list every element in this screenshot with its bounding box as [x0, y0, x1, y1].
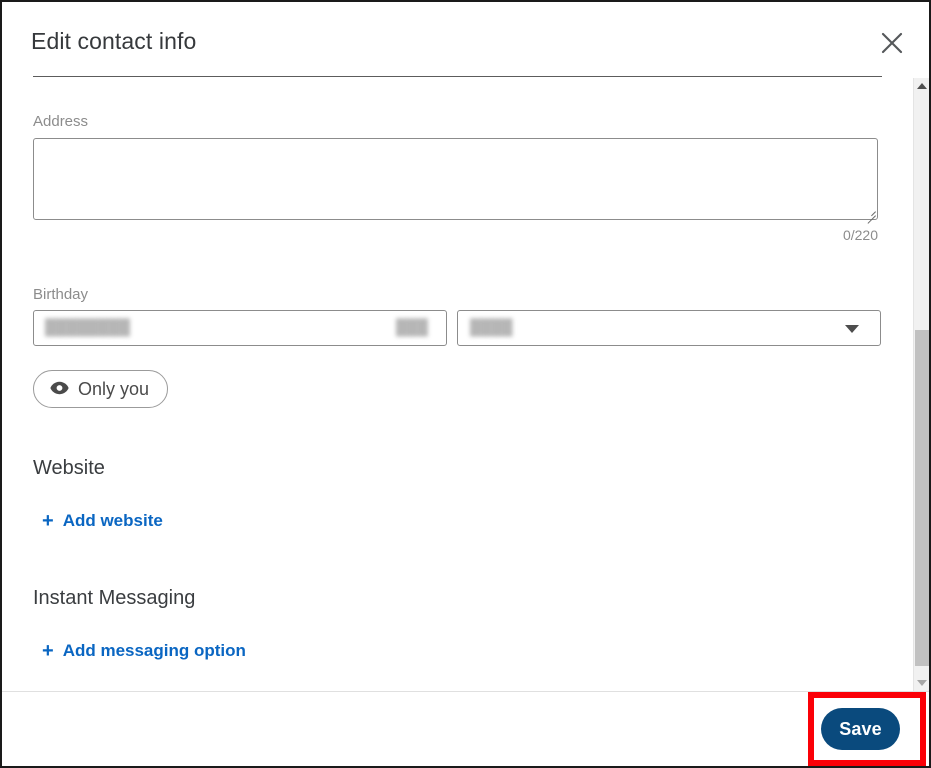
birthday-visibility-button[interactable]: Only you — [33, 370, 169, 408]
modal-footer — [2, 691, 929, 766]
address-character-counter: 0/220 — [842, 227, 878, 243]
birthday-day-value: ████ — [470, 319, 513, 336]
caret-down-icon — [917, 680, 927, 686]
vertical-scrollbar[interactable] — [913, 78, 929, 691]
plus-icon: + — [42, 640, 54, 662]
eye-icon — [50, 381, 69, 398]
add-messaging-option-button[interactable]: + Add messaging option — [42, 640, 246, 662]
add-messaging-option-label: Add messaging option — [62, 641, 246, 660]
address-label: Address — [33, 113, 89, 130]
close-icon — [871, 30, 913, 56]
add-website-button[interactable]: + Add website — [42, 510, 163, 532]
plus-icon: + — [42, 510, 54, 532]
address-input[interactable] — [33, 138, 878, 220]
birthday-month-select[interactable]: ████████ ███ — [33, 310, 447, 346]
modal-header: Edit contact info — [2, 2, 929, 76]
birthday-label: Birthday — [33, 286, 89, 303]
instant-messaging-section-heading: Instant Messaging — [33, 587, 196, 609]
birthday-month-suffix: ███ — [396, 319, 428, 336]
scroll-up-button[interactable] — [914, 78, 929, 94]
birthday-visibility-label: Only you — [78, 379, 150, 399]
birthday-month-value: ████████ — [45, 319, 131, 336]
previous-field-underline — [33, 76, 882, 77]
scroll-down-button[interactable] — [914, 675, 929, 691]
page-title: Edit contact info — [31, 28, 197, 54]
edit-contact-info-modal: Edit contact info Address 0/220 Birthday… — [0, 0, 931, 768]
add-website-label: Add website — [62, 511, 163, 530]
scrollbar-thumb[interactable] — [915, 330, 929, 666]
modal-scroll-area: Address 0/220 Birthday ████████ ███ ████… — [2, 76, 929, 691]
birthday-day-select[interactable]: ████ — [457, 310, 881, 346]
close-button[interactable] — [871, 22, 913, 64]
caret-up-icon — [917, 83, 927, 89]
chevron-down-icon[interactable] — [845, 325, 859, 333]
save-button[interactable]: Save — [821, 708, 900, 750]
website-section-heading: Website — [33, 457, 105, 479]
